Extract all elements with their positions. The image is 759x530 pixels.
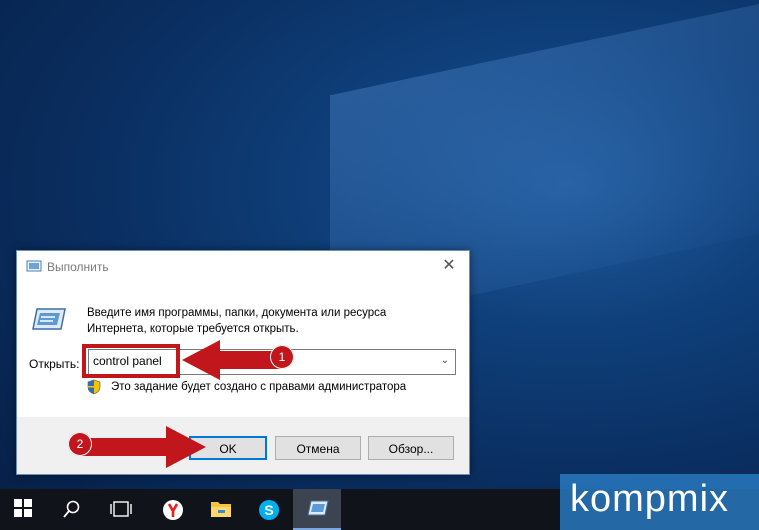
file-explorer-icon [211,502,231,517]
run-program-icon [32,308,66,330]
taskbar-yandex[interactable] [148,489,196,530]
step-2-badge: 2 [68,432,92,456]
yandex-browser-icon [163,500,183,520]
step-1-badge: 1 [270,345,294,369]
dialog-description: Введите имя программы, папки, документа … [87,305,427,337]
dialog-title: Выполнить [47,260,109,274]
taskbar-file-explorer[interactable] [196,489,244,530]
cancel-button[interactable]: Отмена [275,436,361,460]
search-button[interactable] [48,489,96,530]
close-button[interactable]: ✕ [429,251,469,281]
watermark-logo: kompmix [560,474,759,530]
run-icon [307,500,329,516]
uac-shield-icon [87,379,101,395]
dialog-titlebar[interactable]: Выполнить ✕ [17,251,469,281]
input-highlight-box [82,344,180,378]
taskbar-run[interactable] [293,489,341,530]
browse-button[interactable]: Обзор... [368,436,454,460]
windows-start-icon [14,499,32,517]
watermark-text: kompmix [570,478,730,520]
run-icon [26,260,42,272]
svg-text:S: S [264,502,273,518]
description-line-1: Введите имя программы, папки, документа … [87,307,387,319]
open-label: Открыть: [29,357,80,371]
task-view-button[interactable] [96,489,144,530]
start-button[interactable] [0,489,48,530]
description-line-2: Интернета, которые требуется открыть. [87,323,299,335]
chevron-down-icon[interactable]: ⌄ [438,353,452,369]
taskbar-skype[interactable]: S [244,489,292,530]
search-icon [63,500,80,518]
task-view-icon [110,501,132,517]
skype-icon: S [259,500,279,520]
